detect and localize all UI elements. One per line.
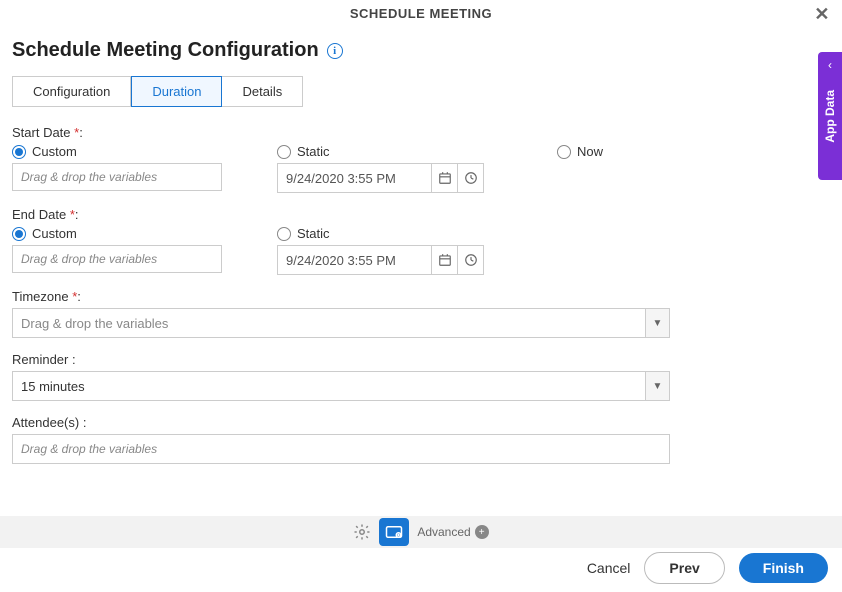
end-custom-input[interactable]: Drag & drop the variables [12, 245, 222, 273]
chevron-left-icon: ‹ [828, 58, 832, 72]
plus-icon: + [475, 525, 489, 539]
start-static-date[interactable]: 9/24/2020 3:55 PM [277, 163, 432, 193]
attendees-input[interactable]: Drag & drop the variables [12, 434, 670, 464]
start-date-label: Start Date *: [12, 125, 830, 140]
code-icon[interactable] [379, 518, 409, 546]
end-date-label: End Date *: [12, 207, 830, 222]
button-row: Cancel Prev Finish [587, 552, 828, 584]
close-icon[interactable]: ✕ [814, 4, 830, 25]
tab-details[interactable]: Details [222, 76, 303, 107]
timezone-label: Timezone *: [12, 289, 830, 304]
timezone-select[interactable]: Drag & drop the variables ▼ [12, 308, 670, 338]
attendees-label: Attendee(s) : [12, 415, 830, 430]
tab-duration[interactable]: Duration [131, 76, 222, 107]
start-static-radio[interactable]: Static [277, 144, 557, 159]
dialog-header: SCHEDULE MEETING ✕ [0, 0, 842, 27]
start-now-radio[interactable]: Now [557, 144, 830, 159]
finish-button[interactable]: Finish [739, 553, 828, 583]
radio-icon [277, 145, 291, 159]
cancel-button[interactable]: Cancel [587, 560, 631, 576]
calendar-icon[interactable] [432, 245, 458, 275]
gear-icon[interactable] [353, 523, 371, 541]
clock-icon[interactable] [458, 163, 484, 193]
page-title: Schedule Meeting Configuration i [12, 39, 343, 62]
tab-configuration[interactable]: Configuration [12, 76, 131, 107]
radio-icon [12, 227, 26, 241]
prev-button[interactable]: Prev [644, 552, 724, 584]
start-custom-input[interactable]: Drag & drop the variables [12, 163, 222, 191]
advanced-toggle[interactable]: Advanced + [417, 525, 488, 539]
reminder-label: Reminder : [12, 352, 830, 367]
app-data-panel-toggle[interactable]: ‹ App Data [818, 52, 842, 180]
clock-icon[interactable] [458, 245, 484, 275]
reminder-select[interactable]: 15 minutes ▼ [12, 371, 670, 401]
chevron-down-icon: ▼ [645, 372, 669, 400]
chevron-down-icon: ▼ [645, 309, 669, 337]
radio-icon [557, 145, 571, 159]
radio-icon [277, 227, 291, 241]
calendar-icon[interactable] [432, 163, 458, 193]
end-static-date[interactable]: 9/24/2020 3:55 PM [277, 245, 432, 275]
end-static-radio[interactable]: Static [277, 226, 557, 241]
end-custom-radio[interactable]: Custom [12, 226, 277, 241]
start-custom-radio[interactable]: Custom [12, 144, 277, 159]
bottom-toolbar: Advanced + [0, 516, 842, 548]
tab-bar: Configuration Duration Details [12, 76, 830, 107]
info-icon[interactable]: i [327, 43, 343, 59]
page-title-text: Schedule Meeting Configuration [12, 39, 319, 62]
radio-icon [12, 145, 26, 159]
dialog-title: SCHEDULE MEETING [350, 6, 492, 21]
